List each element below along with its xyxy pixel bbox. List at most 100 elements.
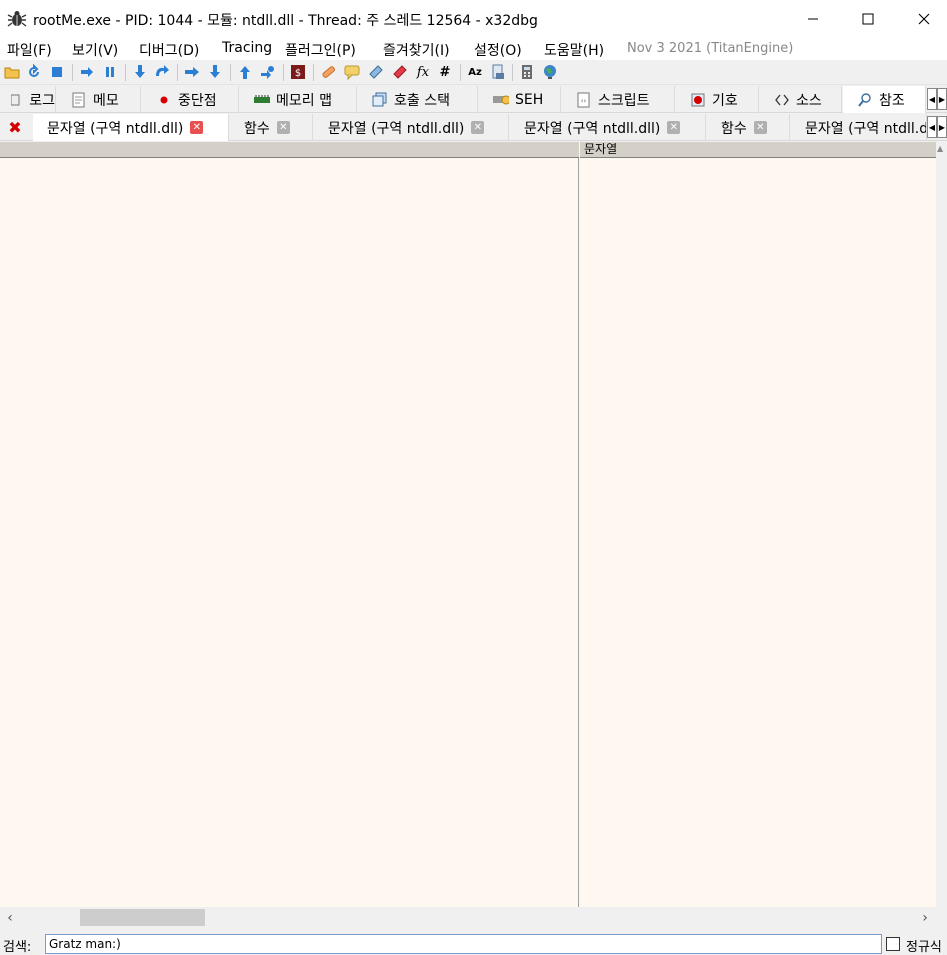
tab-breakpoints[interactable]: 중단점: [142, 86, 239, 113]
subtab-strings-2[interactable]: 문자열 (구역 ntdll.dll) ✕: [314, 114, 509, 141]
menu-tracing[interactable]: Tracing: [222, 40, 272, 56]
chevron-right-icon[interactable]: ›: [917, 908, 933, 927]
subtab-scroll[interactable]: ◀ ▶: [927, 116, 947, 138]
close-tab-icon[interactable]: ✕: [190, 121, 204, 134]
globe-icon[interactable]: [542, 64, 558, 80]
step-over-icon[interactable]: [154, 64, 170, 80]
strings-pane[interactable]: 문자열: [580, 142, 936, 907]
close-tab-icon[interactable]: ✕: [276, 121, 290, 134]
chevron-left-icon[interactable]: ◀: [927, 88, 937, 110]
minimize-button[interactable]: [790, 0, 836, 38]
module-icon[interactable]: [490, 64, 506, 80]
bookmark-icon[interactable]: [392, 64, 408, 80]
tab-seh[interactable]: SEH: [479, 86, 561, 113]
horizontal-scrollbar[interactable]: ‹ ›: [0, 907, 947, 928]
subtab-strings-1[interactable]: 문자열 (구역 ntdll.dll) ✕: [33, 114, 229, 141]
notes-icon: [71, 92, 87, 108]
subtab-label: 문자열 (구역 ntdll.dll): [47, 120, 184, 137]
symbols-icon: [690, 92, 706, 108]
references-icon: [857, 92, 873, 108]
open-icon[interactable]: [4, 64, 20, 80]
subtab-label: 문자열 (구역 ntdll.dll): [328, 120, 465, 137]
chevron-left-icon[interactable]: ‹: [2, 908, 18, 927]
window-title: rootMe.exe - PID: 1044 - 모듈: ntdll.dll -…: [33, 13, 538, 29]
patch-icon[interactable]: [320, 64, 336, 80]
menu-options[interactable]: 설정(O): [474, 40, 522, 60]
font-icon[interactable]: Aᴢ: [467, 64, 483, 80]
function-icon[interactable]: fx: [415, 64, 431, 80]
close-icon: [918, 13, 930, 25]
subtab-functions-2[interactable]: 함수 ✕: [707, 114, 790, 141]
close-tab-icon[interactable]: ✕: [753, 121, 767, 134]
call-stack-icon: [372, 92, 388, 108]
script-icon[interactable]: $: [290, 64, 306, 80]
subtab-label: 문자열 (구역 ntdll.dll): [805, 120, 927, 137]
maximize-button[interactable]: [845, 0, 891, 38]
menu-debug[interactable]: 디버그(D): [139, 40, 199, 60]
menu-file[interactable]: 파일(F): [7, 40, 52, 60]
chevron-right-icon[interactable]: ▶: [937, 88, 947, 110]
stop-icon[interactable]: [49, 64, 65, 80]
tab-symbols[interactable]: 기호: [676, 86, 759, 113]
menu-help[interactable]: 도움말(H): [544, 40, 604, 60]
vertical-scrollbar[interactable]: ▲: [936, 142, 947, 907]
close-all-tabs-icon[interactable]: ✖: [4, 117, 26, 137]
subtab-label: 함수: [244, 120, 270, 137]
tab-label: 참조: [879, 92, 905, 109]
chevron-left-icon[interactable]: ◀: [927, 116, 937, 138]
search-input[interactable]: [45, 934, 882, 954]
menu-plugins[interactable]: 플러그인(P): [285, 40, 356, 60]
subtab-strings-3[interactable]: 문자열 (구역 ntdll.dll) ✕: [510, 114, 706, 141]
pause-icon[interactable]: [102, 64, 118, 80]
subtab-strings-4[interactable]: 문자열 (구역 ntdll.dll): [791, 114, 927, 141]
close-tab-icon[interactable]: ✕: [471, 121, 485, 134]
run-icon[interactable]: [79, 64, 95, 80]
subtab-label: 문자열 (구역 ntdll.dll): [524, 120, 661, 137]
step-into-icon[interactable]: [132, 64, 148, 80]
label-icon[interactable]: [368, 64, 384, 80]
column-header-string[interactable]: 문자열: [580, 142, 936, 158]
tab-script[interactable]: ‹› 스크립트: [562, 86, 675, 113]
main-tab-bar: 로그 메모 중단점 메모리 맵 호출 스택 SEH ‹› 스크립트 기호 소스 …: [0, 86, 947, 113]
tab-references[interactable]: 참조: [843, 86, 926, 113]
scrollbar-thumb[interactable]: [80, 909, 205, 926]
regex-checkbox[interactable]: [886, 937, 900, 951]
tab-label: 스크립트: [598, 92, 650, 109]
run-to-user-code-icon[interactable]: [260, 64, 276, 80]
subtab-functions-1[interactable]: 함수 ✕: [230, 114, 313, 141]
search-bar: 검색: 정규식: [0, 928, 947, 955]
tab-source[interactable]: 소스: [760, 86, 842, 113]
tab-call-stack[interactable]: 호출 스택: [358, 86, 478, 113]
chevron-up-icon[interactable]: ▲: [937, 144, 943, 153]
chevron-right-icon[interactable]: ▶: [937, 116, 947, 138]
references-view: 문자열 ▲: [0, 142, 947, 907]
close-tab-icon[interactable]: ✕: [667, 121, 681, 134]
regex-label: 정규식: [906, 940, 942, 955]
column-header-blank[interactable]: [0, 142, 579, 158]
close-button[interactable]: [901, 0, 947, 38]
trace-into-icon[interactable]: [184, 64, 200, 80]
execute-till-return-icon[interactable]: [237, 64, 253, 80]
tab-memory-map[interactable]: 메모리 맵: [240, 86, 357, 113]
tab-label: 기호: [712, 92, 738, 109]
title-bar: rootMe.exe - PID: 1044 - 모듈: ntdll.dll -…: [0, 0, 947, 38]
tab-label: 중단점: [178, 92, 217, 109]
maximize-icon: [862, 13, 874, 25]
script-icon: ‹›: [576, 92, 592, 108]
menu-favourites[interactable]: 즐겨찾기(I): [383, 40, 450, 60]
main-tab-scroll[interactable]: ◀ ▶: [927, 88, 947, 110]
calculator-icon[interactable]: [519, 64, 535, 80]
restart-icon[interactable]: [26, 64, 42, 80]
source-icon: [774, 92, 790, 108]
trace-over-icon[interactable]: [207, 64, 223, 80]
log-icon: [8, 92, 23, 108]
menu-view[interactable]: 보기(V): [72, 40, 118, 60]
references-tab-bar: ✖ 문자열 (구역 ntdll.dll) ✕ 함수 ✕ 문자열 (구역 ntdl…: [0, 113, 947, 141]
hash-icon[interactable]: #: [437, 64, 453, 80]
disassembly-pane[interactable]: [0, 142, 579, 907]
tab-log[interactable]: 로그: [0, 86, 56, 113]
bug-icon: [7, 11, 27, 27]
tab-notes[interactable]: 메모: [57, 86, 141, 113]
tab-label: 메모: [93, 92, 119, 109]
comment-icon[interactable]: [344, 64, 360, 80]
